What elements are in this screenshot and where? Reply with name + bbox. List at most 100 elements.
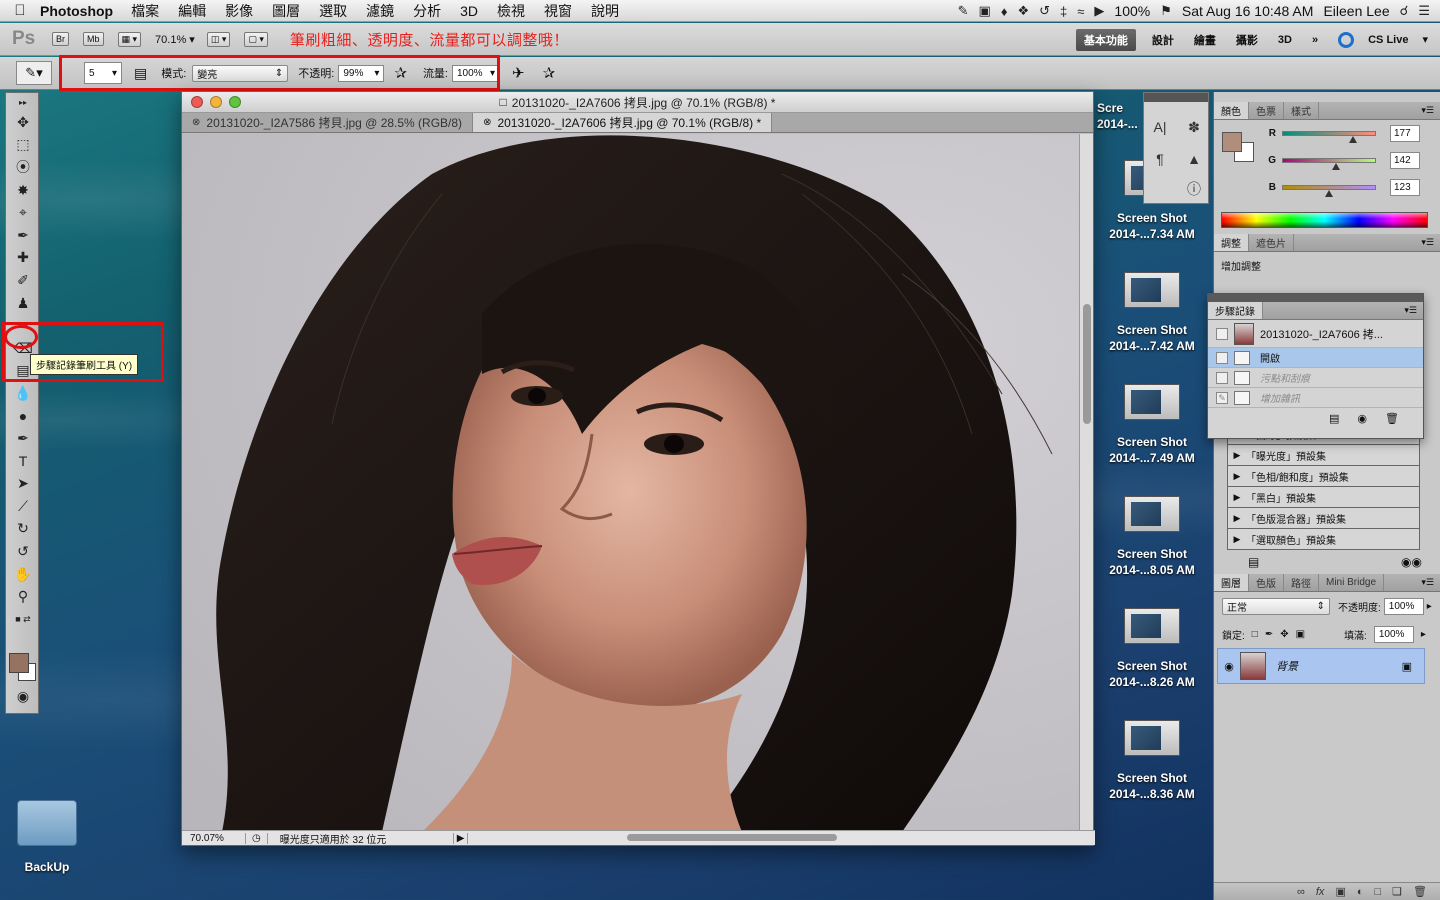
blur-tool-icon[interactable]: 💧 (6, 382, 40, 405)
notification-center-icon[interactable]: ☰ (1418, 3, 1430, 19)
horizontal-scrollbar[interactable] (622, 833, 1022, 842)
delete-state-icon[interactable]: 🗑 (1385, 412, 1399, 425)
layer-name[interactable]: 背景 (1276, 658, 1298, 674)
red-slider-knob[interactable] (1349, 136, 1357, 143)
menu-analysis[interactable]: 分析 (413, 1, 441, 21)
fill-field[interactable]: 100% (1373, 625, 1414, 643)
dropbox-icon[interactable]: ❖ (1017, 3, 1029, 19)
blue-slider[interactable] (1282, 185, 1376, 197)
type-tool-icon[interactable]: T (6, 450, 40, 473)
menu-view[interactable]: 檢視 (497, 1, 525, 21)
menu-window[interactable]: 視窗 (544, 1, 572, 21)
desktop-file-screenshot-6[interactable]: Screen Shot 2014-...8.36 AM (1097, 720, 1207, 802)
green-slider[interactable] (1282, 158, 1376, 170)
cs-live-button[interactable]: CS Live ▾ (1328, 31, 1440, 48)
foreground-color-swatch[interactable] (9, 653, 29, 673)
airbrush-icon[interactable]: ✈ (512, 64, 525, 82)
screen-mode-button[interactable]: ▢ ▾ (244, 31, 268, 47)
red-value-field[interactable]: 177 (1390, 125, 1420, 142)
layer-opacity-field[interactable]: 100% (1383, 597, 1424, 615)
3d-orbit-tool-icon[interactable]: ↺ (6, 540, 40, 563)
fill-arrow-icon[interactable]: ▸ (1421, 629, 1426, 640)
bell-icon[interactable]: ♦ (1001, 4, 1008, 19)
drive-icon[interactable]: ▣ (979, 3, 991, 19)
quick-selection-tool-icon[interactable]: ✸ (6, 179, 40, 202)
dodge-tool-icon[interactable]: ● (6, 405, 40, 428)
layer-opacity-arrow-icon[interactable]: ▸ (1427, 601, 1432, 612)
document-tab-1[interactable]: ⊗ 20131020-_I2A7606 拷貝.jpg @ 70.1% (RGB/… (473, 113, 773, 132)
history-snapshot-row[interactable]: 20131020-_I2A7606 拷... (1208, 320, 1423, 348)
hand-tool-icon[interactable]: ✋ (6, 563, 40, 586)
arrange-documents-button[interactable]: ◫ ▾ (206, 31, 231, 47)
bluetooth-icon[interactable]: ‡ (1060, 4, 1067, 19)
menu-image[interactable]: 影像 (225, 1, 253, 21)
lock-transparent-icon[interactable]: □ (1252, 629, 1258, 640)
tab-paths[interactable]: 路徑 (1284, 574, 1319, 591)
preset-selective-color[interactable]: ▶ 「選取顏色」預設集 (1227, 529, 1420, 550)
clip-icon[interactable]: ◉◉ (1401, 555, 1422, 569)
line-tool-icon[interactable]: ⟋ (6, 495, 40, 518)
menu-3d[interactable]: 3D (460, 3, 478, 19)
path-selection-tool-icon[interactable]: ➤ (6, 473, 40, 496)
pressure-size-icon[interactable]: ✰ (543, 64, 556, 82)
quick-mask-icon[interactable]: ◉ (6, 685, 40, 708)
tab-history[interactable]: 步驟記錄 (1208, 302, 1263, 319)
foreground-color-chip[interactable] (1222, 132, 1242, 152)
desktop-file-screenshot-3[interactable]: Screen Shot 2014-...7.49 AM (1097, 384, 1207, 466)
workspace-photography[interactable]: 攝影 (1226, 32, 1268, 48)
history-source-checkbox[interactable] (1216, 327, 1228, 340)
vertical-scrollbar[interactable] (1079, 134, 1093, 832)
close-tab-icon[interactable]: ⊗ (192, 117, 200, 128)
app-menu[interactable]: Photoshop (40, 3, 113, 19)
layers-panel-menu-icon[interactable]: ▾☰ (1415, 574, 1440, 591)
document-tab-0[interactable]: ⊗ 20131020-_I2A7586 拷貝.jpg @ 28.5% (RGB/… (182, 113, 474, 132)
wifi-icon[interactable]: ≈ (1077, 4, 1084, 19)
desktop-folder-backup[interactable]: BackUp (14, 800, 80, 874)
apple-menu-icon[interactable]:  (0, 2, 40, 19)
status-info-icon[interactable]: ◷ (246, 832, 268, 844)
preset-exposure[interactable]: ▶ 「曝光度」預設集 (1227, 445, 1420, 466)
red-slider[interactable] (1282, 131, 1376, 143)
color-spectrum-ramp[interactable] (1221, 212, 1428, 228)
zoom-tool-icon[interactable]: ⚲ (6, 585, 40, 608)
marquee-tool-icon[interactable]: ⬚ (6, 134, 40, 157)
workspace-design[interactable]: 設計 (1142, 32, 1184, 48)
color-panel-menu-icon[interactable]: ▾☰ (1415, 102, 1440, 119)
menu-file[interactable]: 檔案 (131, 1, 159, 21)
layer-style-icon[interactable]: fx (1316, 886, 1325, 898)
lasso-tool-icon[interactable]: ⦿ (6, 156, 40, 179)
image-canvas[interactable] (182, 134, 1080, 832)
expand-view-icon[interactable]: ▤ (1248, 555, 1259, 569)
healing-brush-tool-icon[interactable]: ✚ (6, 247, 40, 270)
history-source-checkbox[interactable] (1216, 371, 1228, 384)
crop-tool-icon[interactable]: ⌖ (6, 201, 40, 224)
adjustment-layer-icon[interactable]: ◐ (1357, 886, 1364, 898)
eyedropper-tool-icon[interactable]: ✒ (6, 224, 40, 247)
user-name[interactable]: Eileen Lee (1323, 3, 1389, 19)
workspace-more-button[interactable]: » (1302, 34, 1328, 46)
lock-all-icon[interactable]: ▣ (1296, 629, 1305, 640)
menu-help[interactable]: 說明 (591, 1, 619, 21)
clone-stamp-tool-icon[interactable]: ♟ (6, 292, 40, 315)
flag-icon[interactable]: ⚑ (1160, 3, 1172, 19)
close-window-button[interactable] (191, 96, 203, 108)
histogram-panel-icon[interactable]: ▲ (1184, 149, 1204, 169)
horizontal-scroll-thumb[interactable] (627, 834, 837, 841)
blue-slider-knob[interactable] (1325, 190, 1333, 197)
new-document-from-state-icon[interactable]: ▤ (1329, 412, 1339, 425)
preset-black-white[interactable]: ▶ 「黑白」預設集 (1227, 487, 1420, 508)
workspace-essentials[interactable]: 基本功能 (1075, 28, 1136, 51)
adjustments-panel-menu-icon[interactable]: ▾☰ (1415, 234, 1440, 251)
link-layers-icon[interactable]: ∞ (1297, 886, 1305, 898)
desktop-file-screenshot-5[interactable]: Screen Shot 2014-...8.26 AM (1097, 608, 1207, 690)
history-step-open[interactable]: 開啟 (1208, 348, 1423, 368)
clock[interactable]: Sat Aug 16 10:48 AM (1182, 3, 1314, 19)
tab-styles[interactable]: 樣式 (1284, 102, 1319, 119)
desktop-file-screenshot-2[interactable]: Screen Shot 2014-...7.42 AM (1097, 272, 1207, 354)
visibility-eye-icon[interactable]: ◉ (1218, 660, 1240, 673)
layer-blend-mode-dropdown[interactable]: 正常 ⇕ (1222, 597, 1330, 615)
status-menu-arrow-icon[interactable]: ▶ (452, 832, 469, 844)
3d-rotate-tool-icon[interactable]: ↻ (6, 518, 40, 541)
preset-hue-saturation[interactable]: ▶ 「色相/飽和度」預設集 (1227, 466, 1420, 487)
pen-tool-icon[interactable]: ✒ (6, 427, 40, 450)
